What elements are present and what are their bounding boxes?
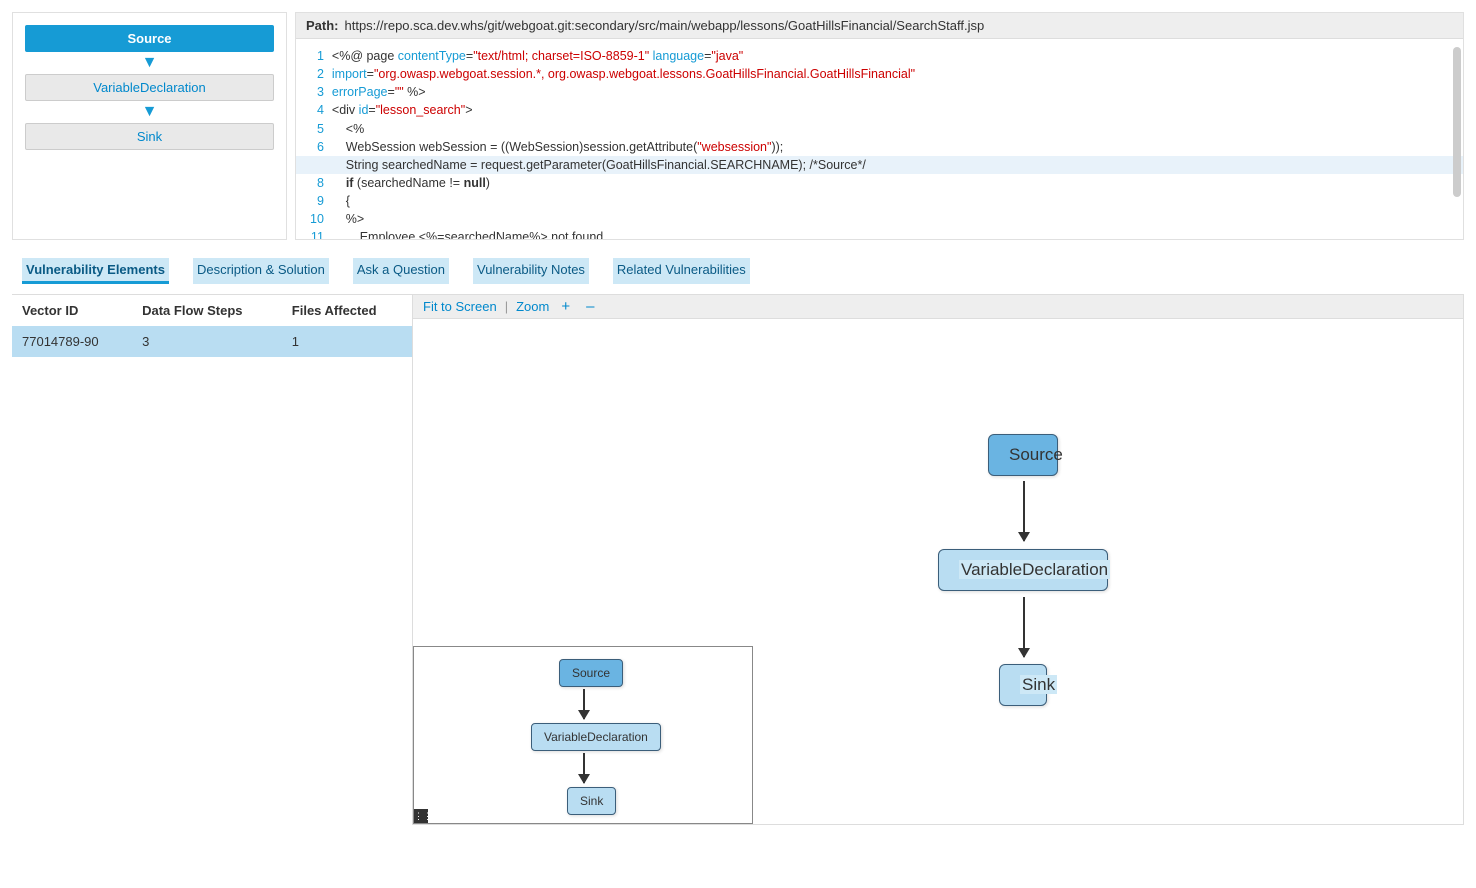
table-row[interactable]: 77014789-9031 [12, 326, 412, 357]
code-line[interactable]: errorPage="" %> [332, 83, 1455, 101]
code-gutter: 1234567891011121314 [296, 39, 332, 239]
code-path-bar: Path: https://repo.sca.dev.whs/git/webgo… [296, 13, 1463, 39]
code-body[interactable]: 1234567891011121314 <%@ page contentType… [296, 39, 1463, 239]
zoom-label: Zoom [516, 299, 549, 314]
graph-canvas[interactable]: Source VariableDeclaration Sink Source V… [413, 319, 1463, 824]
graph-panel: Fit to Screen | Zoom + – Source Variable… [412, 294, 1464, 825]
chevron-down-icon: ▼ [25, 52, 274, 74]
zoom-in-button[interactable]: + [557, 298, 574, 315]
graph-node-source[interactable]: Source [988, 434, 1058, 476]
code-line[interactable]: %> [332, 210, 1455, 228]
tab-vulnerability-elements[interactable]: Vulnerability Elements [22, 258, 169, 284]
col-vector-id[interactable]: Vector ID [12, 295, 132, 327]
path-value: https://repo.sca.dev.whs/git/webgoat.git… [345, 18, 985, 33]
code-line[interactable]: { [332, 192, 1455, 210]
minimap-node-sink: Sink [567, 787, 616, 815]
flow-step-source[interactable]: Source [25, 25, 274, 52]
chevron-down-icon: ▼ [25, 101, 274, 123]
cell-steps: 3 [132, 326, 282, 357]
col-data-flow-steps[interactable]: Data Flow Steps [132, 295, 282, 327]
code-line[interactable]: if (searchedName != null) [332, 174, 1455, 192]
zoom-out-button[interactable]: – [582, 298, 598, 315]
flow-step-sink[interactable]: Sink [25, 123, 274, 150]
tab-related-vulnerabilities[interactable]: Related Vulnerabilities [613, 258, 750, 284]
minimap-arrow [583, 753, 585, 783]
cell-vector: 77014789-90 [12, 326, 132, 357]
flow-step-variabledeclaration[interactable]: VariableDeclaration [25, 74, 274, 101]
col-files-affected[interactable]: Files Affected [282, 295, 412, 327]
tab-description-solution[interactable]: Description & Solution [193, 258, 329, 284]
graph-toolbar: Fit to Screen | Zoom + – [413, 295, 1463, 319]
vector-table: Vector ID Data Flow Steps Files Affected… [12, 294, 412, 357]
vector-table-panel: Vector ID Data Flow Steps Files Affected… [12, 294, 412, 825]
tab-ask-a-question[interactable]: Ask a Question [353, 258, 449, 284]
code-line[interactable]: <%@ page contentType="text/html; charset… [332, 47, 1455, 65]
code-panel: Path: https://repo.sca.dev.whs/git/webgo… [295, 12, 1464, 240]
graph-node-vardecl[interactable]: VariableDeclaration [938, 549, 1108, 591]
cell-files: 1 [282, 326, 412, 357]
code-lines: <%@ page contentType="text/html; charset… [332, 39, 1463, 239]
code-line[interactable]: WebSession webSession = ((WebSession)ses… [332, 138, 1455, 156]
flow-steps-panel: Source▼VariableDeclaration▼Sink [12, 12, 287, 240]
code-line[interactable]: Employee <%=searchedName%> not found. [332, 228, 1455, 239]
graph-node-sink[interactable]: Sink [999, 664, 1047, 706]
minimap-node-vardecl: VariableDeclaration [531, 723, 661, 751]
fit-to-screen-button[interactable]: Fit to Screen [423, 299, 497, 314]
toolbar-separator: | [505, 299, 508, 314]
code-line[interactable]: import="org.owasp.webgoat.session.*, org… [332, 65, 1455, 83]
code-line[interactable]: <div id="lesson_search"> [332, 101, 1455, 119]
minimap-arrow [583, 689, 585, 719]
path-label: Path: [306, 18, 339, 33]
scrollbar-thumb[interactable] [1453, 47, 1461, 197]
graph-arrow [1023, 481, 1025, 541]
tab-vulnerability-notes[interactable]: Vulnerability Notes [473, 258, 589, 284]
code-line[interactable]: <% [332, 120, 1455, 138]
code-line[interactable]: String searchedName = request.getParamet… [296, 156, 1463, 174]
graph-arrow [1023, 597, 1025, 657]
tabs-row: Vulnerability Elements Description & Solu… [0, 240, 1476, 284]
minimap-node-source: Source [559, 659, 623, 687]
graph-minimap[interactable]: Source VariableDeclaration Sink ⋮⋮ [413, 646, 753, 824]
minimap-grip-icon[interactable]: ⋮⋮ [414, 809, 428, 823]
